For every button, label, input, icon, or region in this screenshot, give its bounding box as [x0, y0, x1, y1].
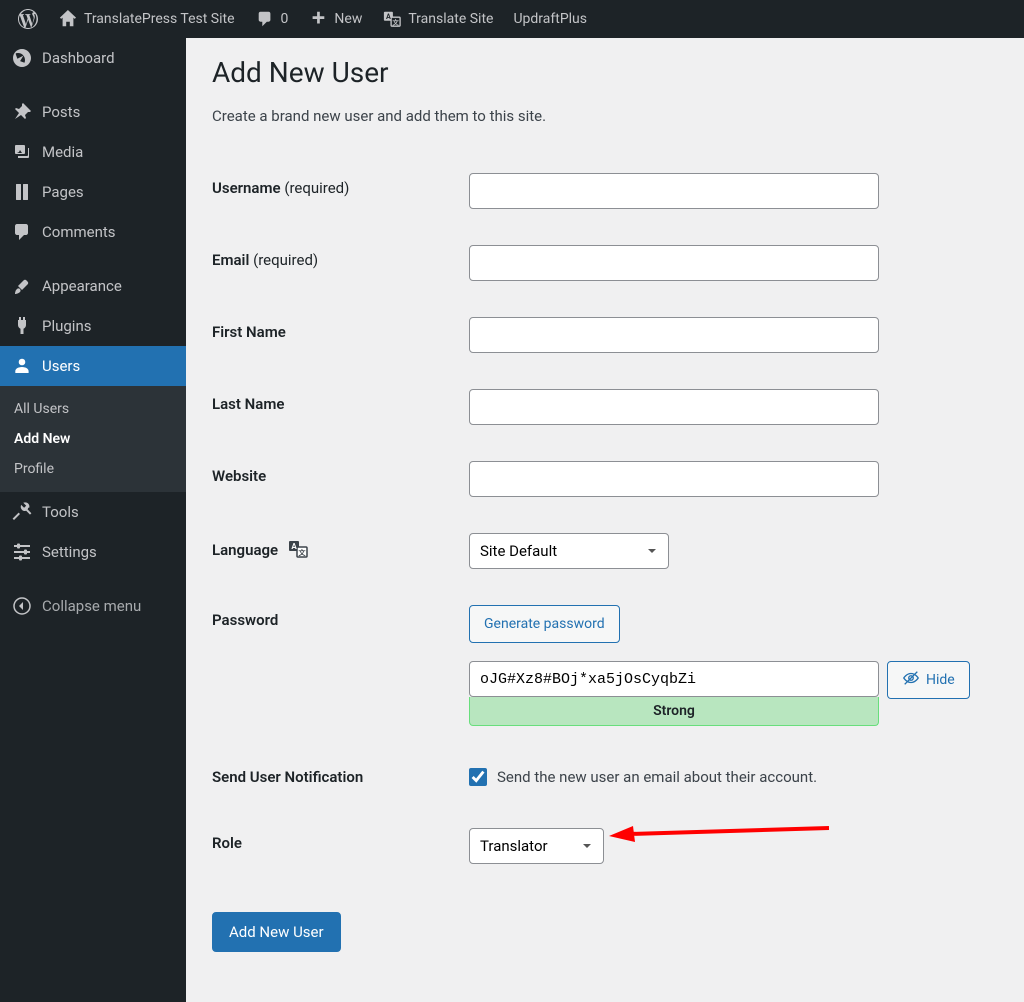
notification-checkbox-label[interactable]: Send the new user an email about their a… [469, 768, 988, 786]
admin-topbar: TranslatePress Test Site 0 New A文 Transl… [0, 0, 1024, 38]
menu-label: Plugins [42, 317, 91, 335]
svg-text:文: 文 [393, 17, 400, 26]
wp-logo[interactable] [8, 0, 48, 38]
new-label: New [334, 11, 362, 27]
page-title: Add New User [212, 56, 998, 89]
sliders-icon [12, 542, 32, 562]
translate-label: Translate Site [408, 11, 493, 27]
translate-icon: A文 [288, 539, 308, 563]
menu-dashboard[interactable]: Dashboard [0, 38, 186, 78]
submenu-all-users[interactable]: All Users [0, 394, 186, 424]
home-icon [58, 9, 78, 29]
svg-text:A: A [291, 542, 297, 551]
menu-label: Users [42, 357, 80, 375]
translate-site-link[interactable]: A文 Translate Site [372, 0, 503, 38]
comment-icon [255, 9, 275, 29]
comments-link[interactable]: 0 [245, 0, 299, 38]
menu-label: Pages [42, 183, 84, 201]
website-label: Website [212, 443, 469, 515]
wordpress-icon [18, 9, 38, 29]
notification-checkbox[interactable] [469, 768, 487, 786]
menu-label: Media [42, 143, 83, 161]
generate-password-button[interactable]: Generate password [469, 605, 620, 643]
role-select[interactable]: Translator [469, 828, 604, 864]
plus-icon [308, 9, 328, 29]
user-icon [12, 356, 32, 376]
comments-count: 0 [281, 11, 289, 27]
password-input[interactable] [469, 661, 879, 697]
password-strength-indicator: Strong [469, 697, 879, 726]
updraft-link[interactable]: UpdraftPlus [503, 0, 597, 38]
main-content: Add New User Create a brand new user and… [186, 0, 1024, 1002]
eye-slash-icon [902, 669, 920, 691]
arrow-annotation [609, 818, 829, 844]
last-name-label: Last Name [212, 371, 469, 443]
comments-icon [12, 222, 32, 242]
wrench-icon [12, 502, 32, 522]
site-name-link[interactable]: TranslatePress Test Site [48, 0, 245, 38]
menu-label: Settings [42, 543, 97, 561]
submit-button[interactable]: Add New User [212, 912, 341, 952]
menu-plugins[interactable]: Plugins [0, 306, 186, 346]
pages-icon [12, 182, 32, 202]
menu-label: Tools [42, 503, 79, 521]
username-label: Username (required) [212, 155, 469, 227]
menu-tools[interactable]: Tools [0, 492, 186, 532]
menu-appearance[interactable]: Appearance [0, 266, 186, 306]
first-name-input[interactable] [469, 317, 879, 353]
first-name-label: First Name [212, 299, 469, 371]
updraft-label: UpdraftPlus [513, 11, 587, 27]
menu-label: Appearance [42, 277, 122, 295]
plug-icon [12, 316, 32, 336]
dashboard-icon [12, 48, 32, 68]
brush-icon [12, 276, 32, 296]
page-description: Create a brand new user and add them to … [212, 107, 998, 125]
menu-label: Dashboard [42, 49, 115, 67]
menu-label: Posts [42, 103, 80, 121]
menu-label: Collapse menu [42, 597, 141, 615]
password-label: Password [212, 587, 469, 744]
role-label: Role [212, 810, 469, 882]
svg-text:A: A [386, 12, 391, 21]
user-form: Username (required) Email (required) Fir… [212, 155, 998, 882]
submenu-add-new[interactable]: Add New [0, 424, 186, 454]
menu-comments[interactable]: Comments [0, 212, 186, 252]
language-label: Language A文 [212, 515, 469, 587]
pin-icon [12, 102, 32, 122]
menu-users[interactable]: Users [0, 346, 186, 386]
menu-media[interactable]: Media [0, 132, 186, 172]
last-name-input[interactable] [469, 389, 879, 425]
website-input[interactable] [469, 461, 879, 497]
translate-icon: A文 [382, 9, 402, 29]
media-icon [12, 142, 32, 162]
username-input[interactable] [469, 173, 879, 209]
menu-pages[interactable]: Pages [0, 172, 186, 212]
menu-label: Comments [42, 223, 116, 241]
menu-posts[interactable]: Posts [0, 92, 186, 132]
users-submenu: All Users Add New Profile [0, 386, 186, 492]
collapse-menu[interactable]: Collapse menu [0, 586, 186, 626]
notification-label: Send User Notification [212, 744, 469, 810]
admin-sidebar: Dashboard Posts Media Pages Comments App… [0, 0, 186, 1002]
email-input[interactable] [469, 245, 879, 281]
svg-text:文: 文 [298, 548, 306, 557]
menu-settings[interactable]: Settings [0, 532, 186, 572]
site-name-text: TranslatePress Test Site [84, 11, 235, 27]
new-content-link[interactable]: New [298, 0, 372, 38]
collapse-icon [12, 596, 32, 616]
email-label: Email (required) [212, 227, 469, 299]
hide-password-button[interactable]: Hide [887, 661, 970, 699]
language-select[interactable]: Site Default [469, 533, 669, 569]
submenu-profile[interactable]: Profile [0, 454, 186, 484]
